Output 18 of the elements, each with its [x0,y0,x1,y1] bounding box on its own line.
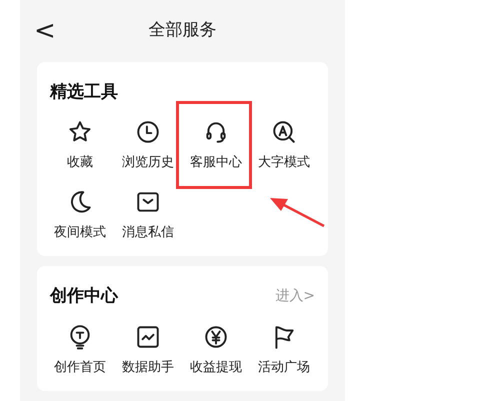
page-title: 全部服务 [148,19,216,42]
service-item[interactable]: 大字模式 [258,119,310,172]
service-item[interactable]: 创作首页 [54,324,106,377]
yen-icon [203,324,229,350]
section-title: 精选工具 [50,80,118,104]
service-item[interactable]: 数据助手 [122,324,174,377]
service-item[interactable]: 消息私信 [122,188,174,242]
service-item[interactable]: 浏览历史 [122,119,174,172]
clock-icon [135,119,161,145]
section-title: 创作中心 [50,285,118,308]
magnifier-icon [271,119,297,145]
service-item[interactable]: 夜间模式 [54,188,106,242]
chart-icon [135,324,161,350]
service-item[interactable]: 客服中心 [190,119,242,172]
service-item[interactable]: 活动广场 [258,324,310,377]
service-item[interactable]: 收藏 [67,119,93,172]
back-button[interactable]: < [34,18,56,44]
service-item[interactable]: 收益提现 [190,324,242,377]
